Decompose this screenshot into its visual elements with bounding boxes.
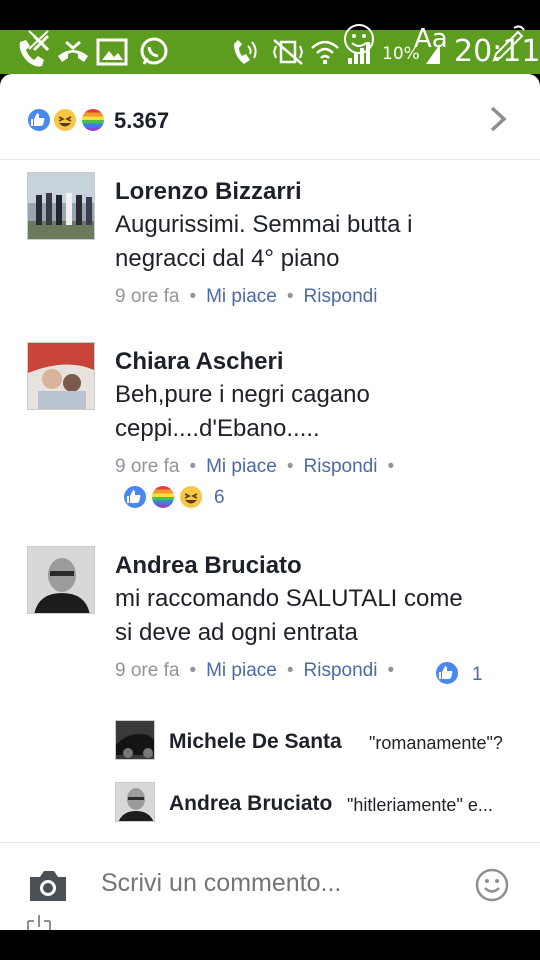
navigation-bar xyxy=(0,930,540,960)
comment-author[interactable]: Lorenzo Bizzarri xyxy=(115,178,302,206)
reply-button[interactable]: Rispondi xyxy=(304,286,378,307)
haha-icon xyxy=(52,107,78,133)
avatar[interactable] xyxy=(27,342,95,410)
avatar[interactable] xyxy=(27,546,95,614)
separator-dot: • xyxy=(189,286,197,307)
comment-item: Andrea Bruciato mi raccomando SALUTALI c… xyxy=(0,546,540,706)
comment-text-line: Beh,pure i negri cagano xyxy=(115,381,370,408)
separator-dot: • xyxy=(189,456,197,477)
comment-item: Chiara Ascheri Beh,pure i negri cagano c… xyxy=(0,342,540,522)
comment-text-line: negracci dal 4° piano xyxy=(115,245,340,272)
avatar[interactable] xyxy=(115,782,155,822)
status-bar: 10% Aa 20:11 xyxy=(0,0,540,74)
comment-text-line: si deve ad ogni entrata xyxy=(115,619,358,646)
comment-text-line: ceppi....d'Ebano..... xyxy=(115,415,320,442)
separator-dot: • xyxy=(286,456,294,477)
wifi-call-icon xyxy=(234,40,257,64)
close-icon xyxy=(28,30,49,50)
reply-button[interactable]: Rispondi xyxy=(304,456,378,477)
comment-reactions[interactable]: 6 xyxy=(122,484,262,514)
comment-text-line: Augurissimi. Semmai butta i xyxy=(115,211,413,238)
whatsapp-icon xyxy=(140,37,168,65)
reply-author[interactable]: Andrea Bruciato xyxy=(169,792,332,816)
comment-author[interactable]: Andrea Bruciato xyxy=(115,552,302,580)
comment-reactions[interactable]: 1 xyxy=(434,660,494,690)
like-icon xyxy=(434,660,460,686)
avatar[interactable] xyxy=(115,720,155,760)
comment-text: Augurissimi. Semmai butta i negracci dal… xyxy=(115,208,525,276)
rainbow-icon xyxy=(80,107,106,133)
comments-sheet: 5.367 Lorenzo Bizzarri Augurissimi. Semm… xyxy=(0,74,540,930)
vibrate-mute-icon xyxy=(272,39,304,65)
like-button[interactable]: Mi piace xyxy=(206,456,277,477)
reply-item[interactable]: Andrea Bruciato "hitleriamente" e... xyxy=(115,782,525,826)
comment-item: Lorenzo Bizzarri Augurissimi. Semmai but… xyxy=(0,172,540,322)
reaction-count: 1 xyxy=(472,664,483,685)
pen-icon xyxy=(492,25,525,62)
comment-time: 9 ore fa xyxy=(115,660,180,681)
font-size-label: Aa xyxy=(414,24,448,54)
comment-input[interactable] xyxy=(101,869,441,898)
comment-text: Beh,pure i negri cagano ceppi....d'Ebano… xyxy=(115,378,525,446)
reply-text: "hitleriamente" e... xyxy=(347,795,493,815)
like-button[interactable]: Mi piace xyxy=(206,286,277,307)
separator-dot: • xyxy=(286,660,294,681)
like-button[interactable]: Mi piace xyxy=(206,660,277,681)
camera-icon[interactable] xyxy=(26,867,70,905)
separator-dot: • xyxy=(189,660,197,681)
haha-icon xyxy=(178,484,204,510)
reactions-count: 5.367 xyxy=(114,108,170,133)
reaction-count: 6 xyxy=(214,487,225,508)
separator-dot: • xyxy=(387,660,395,681)
gallery-icon xyxy=(96,38,128,66)
comment-time: 9 ore fa xyxy=(115,286,180,307)
rainbow-icon xyxy=(150,484,176,510)
reply-author[interactable]: Michele De Santa xyxy=(169,730,342,754)
comment-text: mi raccomando SALUTALI come si deve ad o… xyxy=(115,582,525,650)
separator-dot: • xyxy=(387,456,395,477)
chevron-right-icon[interactable] xyxy=(488,104,510,134)
call-end-icon xyxy=(58,40,88,62)
like-icon xyxy=(122,484,148,510)
comment-meta: 9 ore fa • Mi piace • Rispondi xyxy=(115,286,377,308)
emoji-icon[interactable] xyxy=(474,867,510,903)
reply-item[interactable]: Michele De Santa "romanamente"? xyxy=(115,720,525,764)
like-icon xyxy=(26,107,52,133)
comment-time: 9 ore fa xyxy=(115,456,180,477)
reply-button[interactable]: Rispondi xyxy=(304,660,378,681)
reply-text: "romanamente"? xyxy=(369,733,503,753)
avatar[interactable] xyxy=(27,172,95,240)
reactions-summary[interactable]: 5.367 xyxy=(0,74,540,160)
separator-dot: • xyxy=(286,286,294,307)
comment-composer xyxy=(0,842,540,930)
comment-text-line: mi raccomando SALUTALI come xyxy=(115,585,463,612)
comment-author[interactable]: Chiara Ascheri xyxy=(115,348,284,376)
comment-meta: 9 ore fa • Mi piace • Rispondi • xyxy=(115,456,404,478)
wifi-icon xyxy=(311,40,339,64)
share-icon xyxy=(27,915,51,930)
comment-meta: 9 ore fa • Mi piace • Rispondi • xyxy=(115,660,404,682)
signal-icon xyxy=(348,42,370,64)
